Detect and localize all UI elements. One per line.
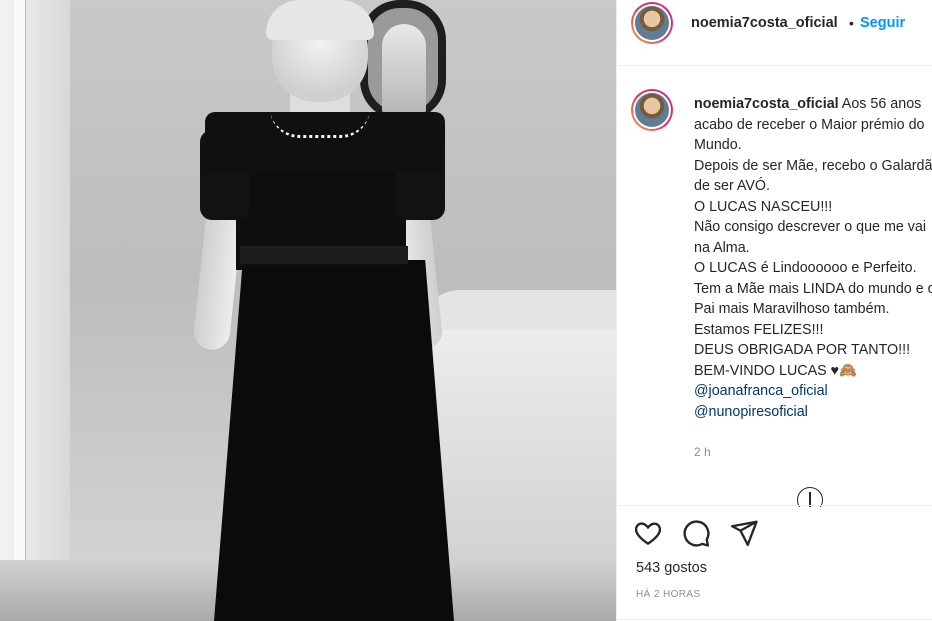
caption-avatar-image [633,91,671,129]
mention-link[interactable]: @nunopiresoficial [694,402,932,423]
post-sidebar: noemia7costa_oficial • Seguir noemia7cos… [616,0,932,621]
likes-count[interactable]: 543 gostos [636,560,707,576]
photo-wall [0,0,70,621]
photo-figure-belt [240,246,408,264]
post-photo[interactable] [0,0,616,621]
post-timestamp[interactable]: HÁ 2 HORAS [636,589,701,600]
avatar-image [633,4,671,42]
post-header: noemia7costa_oficial • Seguir [617,0,932,66]
caption-avatar[interactable] [631,89,673,131]
mention-link[interactable]: @joanafranca_oficial [694,381,932,402]
caption-time[interactable]: 2 h [694,445,711,459]
comment-icon[interactable] [681,518,711,548]
photo-background-portrait [382,24,426,114]
follow-button[interactable]: Seguir [860,15,905,31]
post-caption: noemia7costa_oficial Aos 56 anos acabo d… [694,94,932,422]
share-icon[interactable] [729,518,759,548]
header-separator: • [849,15,854,31]
comments-area[interactable]: noemia7costa_oficial Aos 56 anos acabo d… [617,67,932,507]
caption-text: Aos 56 anos acabo de receber o Maior pré… [694,96,932,379]
divider [617,619,932,620]
post-actions: 543 gostos HÁ 2 HORAS [617,505,932,621]
caption-username[interactable]: noemia7costa_oficial [694,96,839,112]
photo-wall-panel [14,0,26,560]
photo-background-frame [360,0,446,120]
photo-figure-hair [266,0,374,40]
more-comments-icon[interactable] [797,487,823,507]
photo-figure-dress-skirt [214,260,454,621]
avatar[interactable] [631,2,673,44]
header-username[interactable]: noemia7costa_oficial [691,15,838,31]
photo-figure-necklace [270,108,370,138]
heart-icon[interactable] [633,518,663,548]
